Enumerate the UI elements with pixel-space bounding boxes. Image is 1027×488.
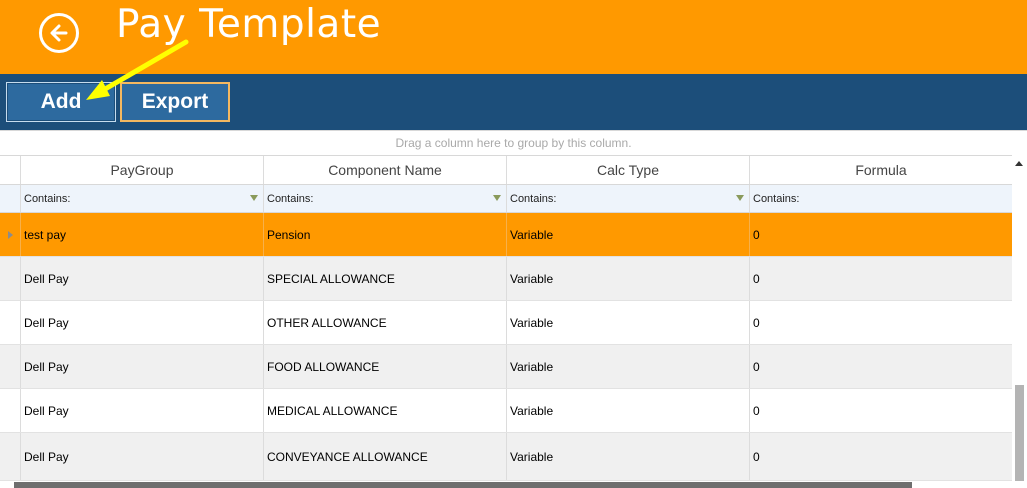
cell-component-name[interactable]: SPECIAL ALLOWANCE	[264, 257, 507, 300]
cell-component-name[interactable]: CONVEYANCE ALLOWANCE	[264, 433, 507, 480]
scroll-up-arrow-icon[interactable]	[1015, 161, 1023, 166]
filter-paygroup[interactable]: Contains:	[21, 185, 264, 212]
filter-formula[interactable]: Contains:	[750, 185, 1012, 212]
filter-component-name[interactable]: Contains:	[264, 185, 507, 212]
cell-formula[interactable]: 0	[750, 433, 1012, 480]
cell-formula[interactable]: 0	[750, 345, 1012, 388]
cell-calc-type[interactable]: Variable	[507, 433, 750, 480]
back-button[interactable]	[39, 13, 79, 53]
page-title: Pay Template	[116, 2, 382, 47]
pay-template-grid: Drag a column here to group by this colu…	[0, 130, 1027, 488]
filter-label: Contains:	[510, 192, 557, 205]
add-button[interactable]: Add	[6, 82, 116, 122]
back-arrow-icon	[50, 24, 68, 42]
column-header-formula[interactable]: Formula	[750, 156, 1012, 184]
cell-calc-type[interactable]: Variable	[507, 345, 750, 388]
group-by-panel[interactable]: Drag a column here to group by this colu…	[0, 131, 1027, 155]
row-indicator	[0, 433, 21, 480]
cell-formula[interactable]: 0	[750, 301, 1012, 344]
column-header-paygroup[interactable]: PayGroup	[21, 156, 264, 184]
table-row[interactable]: test pay Pension Variable 0	[0, 213, 1012, 257]
vertical-scrollbar[interactable]	[1012, 155, 1027, 481]
column-header-row: PayGroup Component Name Calc Type Formul…	[0, 155, 1012, 185]
cell-calc-type[interactable]: Variable	[507, 301, 750, 344]
column-header-component-name[interactable]: Component Name	[264, 156, 507, 184]
current-row-icon	[8, 230, 13, 239]
filter-funnel-icon[interactable]	[250, 195, 258, 201]
cell-calc-type[interactable]: Variable	[507, 257, 750, 300]
column-header-calc-type[interactable]: Calc Type	[507, 156, 750, 184]
horizontal-scroll-thumb[interactable]	[14, 482, 912, 488]
cell-paygroup[interactable]: test pay	[21, 213, 264, 256]
filter-row-indicator	[0, 185, 21, 212]
cell-formula[interactable]: 0	[750, 257, 1012, 300]
cell-formula[interactable]: 0	[750, 389, 1012, 432]
cell-calc-type[interactable]: Variable	[507, 213, 750, 256]
cell-paygroup[interactable]: Dell Pay	[21, 257, 264, 300]
vertical-scroll-thumb[interactable]	[1015, 385, 1024, 481]
filter-label: Contains:	[753, 192, 800, 205]
filter-funnel-icon[interactable]	[736, 195, 744, 201]
filter-row: Contains: Contains: Contains: Contains:	[0, 185, 1012, 213]
row-indicator	[0, 345, 21, 388]
table-row[interactable]: Dell Pay OTHER ALLOWANCE Variable 0	[0, 301, 1012, 345]
export-button[interactable]: Export	[120, 82, 230, 122]
filter-funnel-icon[interactable]	[493, 195, 501, 201]
cell-component-name[interactable]: Pension	[264, 213, 507, 256]
app-header: Pay Template	[0, 0, 1027, 74]
row-indicator-header	[0, 156, 21, 184]
cell-paygroup[interactable]: Dell Pay	[21, 389, 264, 432]
row-indicator	[0, 213, 21, 256]
table-row[interactable]: Dell Pay SPECIAL ALLOWANCE Variable 0	[0, 257, 1012, 301]
table-row[interactable]: Dell Pay MEDICAL ALLOWANCE Variable 0	[0, 389, 1012, 433]
cell-paygroup[interactable]: Dell Pay	[21, 301, 264, 344]
cell-paygroup[interactable]: Dell Pay	[21, 345, 264, 388]
row-indicator	[0, 389, 21, 432]
cell-component-name[interactable]: FOOD ALLOWANCE	[264, 345, 507, 388]
table-row[interactable]: Dell Pay CONVEYANCE ALLOWANCE Variable 0	[0, 433, 1012, 481]
table-row[interactable]: Dell Pay FOOD ALLOWANCE Variable 0	[0, 345, 1012, 389]
cell-component-name[interactable]: OTHER ALLOWANCE	[264, 301, 507, 344]
filter-label: Contains:	[267, 192, 314, 205]
filter-calc-type[interactable]: Contains:	[507, 185, 750, 212]
horizontal-scrollbar[interactable]	[0, 481, 1027, 488]
toolbar: Add Export	[0, 74, 1027, 130]
cell-formula[interactable]: 0	[750, 213, 1012, 256]
row-indicator	[0, 257, 21, 300]
cell-component-name[interactable]: MEDICAL ALLOWANCE	[264, 389, 507, 432]
filter-label: Contains:	[24, 192, 71, 205]
cell-paygroup[interactable]: Dell Pay	[21, 433, 264, 480]
cell-calc-type[interactable]: Variable	[507, 389, 750, 432]
row-indicator	[0, 301, 21, 344]
